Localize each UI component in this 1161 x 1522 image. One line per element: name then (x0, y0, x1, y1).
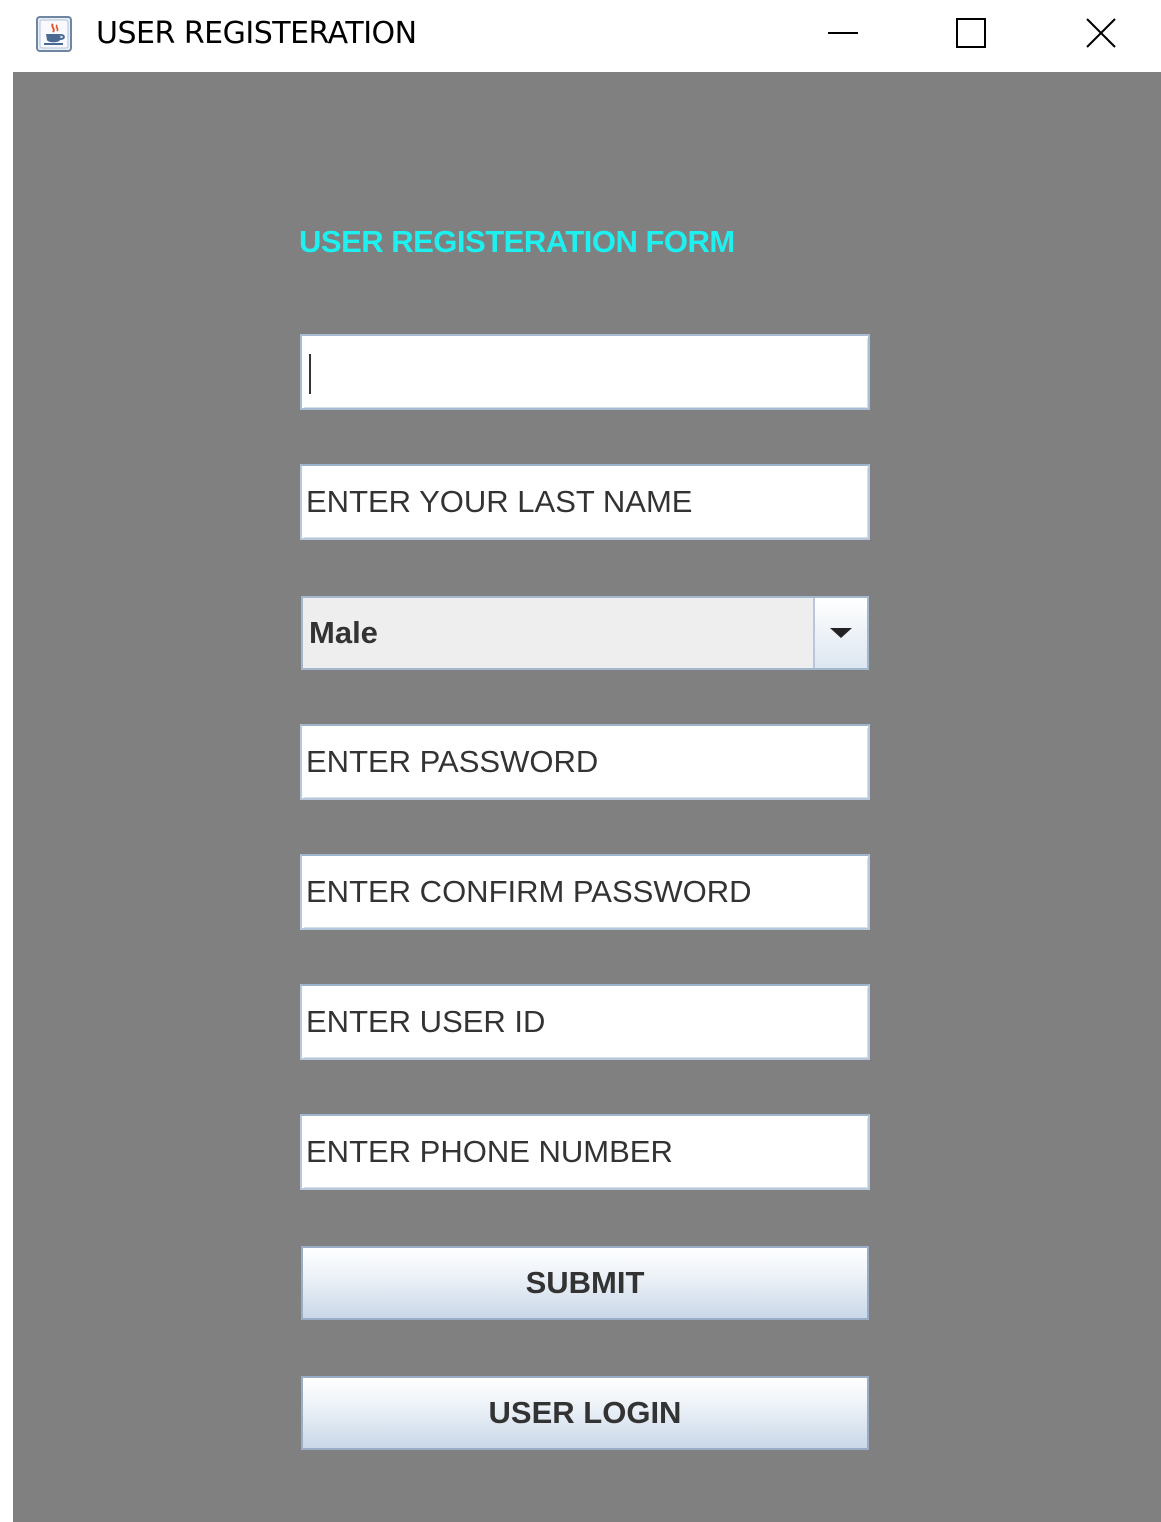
title-bar[interactable]: USER REGISTERATION (0, 0, 1161, 72)
gender-dropdown-button[interactable] (815, 598, 867, 668)
chevron-down-icon (830, 628, 852, 638)
password-field[interactable]: ENTER PASSWORD (300, 724, 870, 800)
confirm-password-field[interactable]: ENTER CONFIRM PASSWORD (300, 854, 870, 930)
gender-selected-value: Male (303, 598, 815, 668)
maximize-button[interactable] (906, 0, 1036, 66)
submit-button[interactable]: SUBMIT (301, 1246, 869, 1320)
confirm-password-value: ENTER CONFIRM PASSWORD (306, 874, 752, 909)
close-button[interactable] (1036, 0, 1161, 66)
phone-number-field[interactable]: ENTER PHONE NUMBER (300, 1114, 870, 1190)
window-title: USER REGISTERATION (96, 16, 417, 51)
maximize-icon (956, 18, 986, 48)
java-cup-icon (36, 16, 72, 52)
registration-window: USER REGISTERATION USER REGISTERATION FO… (0, 0, 1161, 1522)
form-heading: USER REGISTERATION FORM (299, 224, 735, 259)
first-name-field[interactable] (300, 334, 870, 410)
gender-select[interactable]: Male (301, 596, 869, 670)
user-login-button[interactable]: USER LOGIN (301, 1376, 869, 1450)
last-name-field[interactable]: ENTER YOUR LAST NAME (300, 464, 870, 540)
text-caret (309, 354, 311, 394)
user-id-field[interactable]: ENTER USER ID (300, 984, 870, 1060)
last-name-value: ENTER YOUR LAST NAME (306, 484, 693, 519)
phone-number-value: ENTER PHONE NUMBER (306, 1134, 673, 1169)
form-panel: USER REGISTERATION FORM ENTER YOUR LAST … (13, 72, 1161, 1522)
minimize-button[interactable] (778, 0, 908, 66)
minimize-icon (828, 32, 858, 34)
close-icon (1086, 18, 1116, 48)
password-value: ENTER PASSWORD (306, 744, 599, 779)
user-id-value: ENTER USER ID (306, 1004, 546, 1039)
